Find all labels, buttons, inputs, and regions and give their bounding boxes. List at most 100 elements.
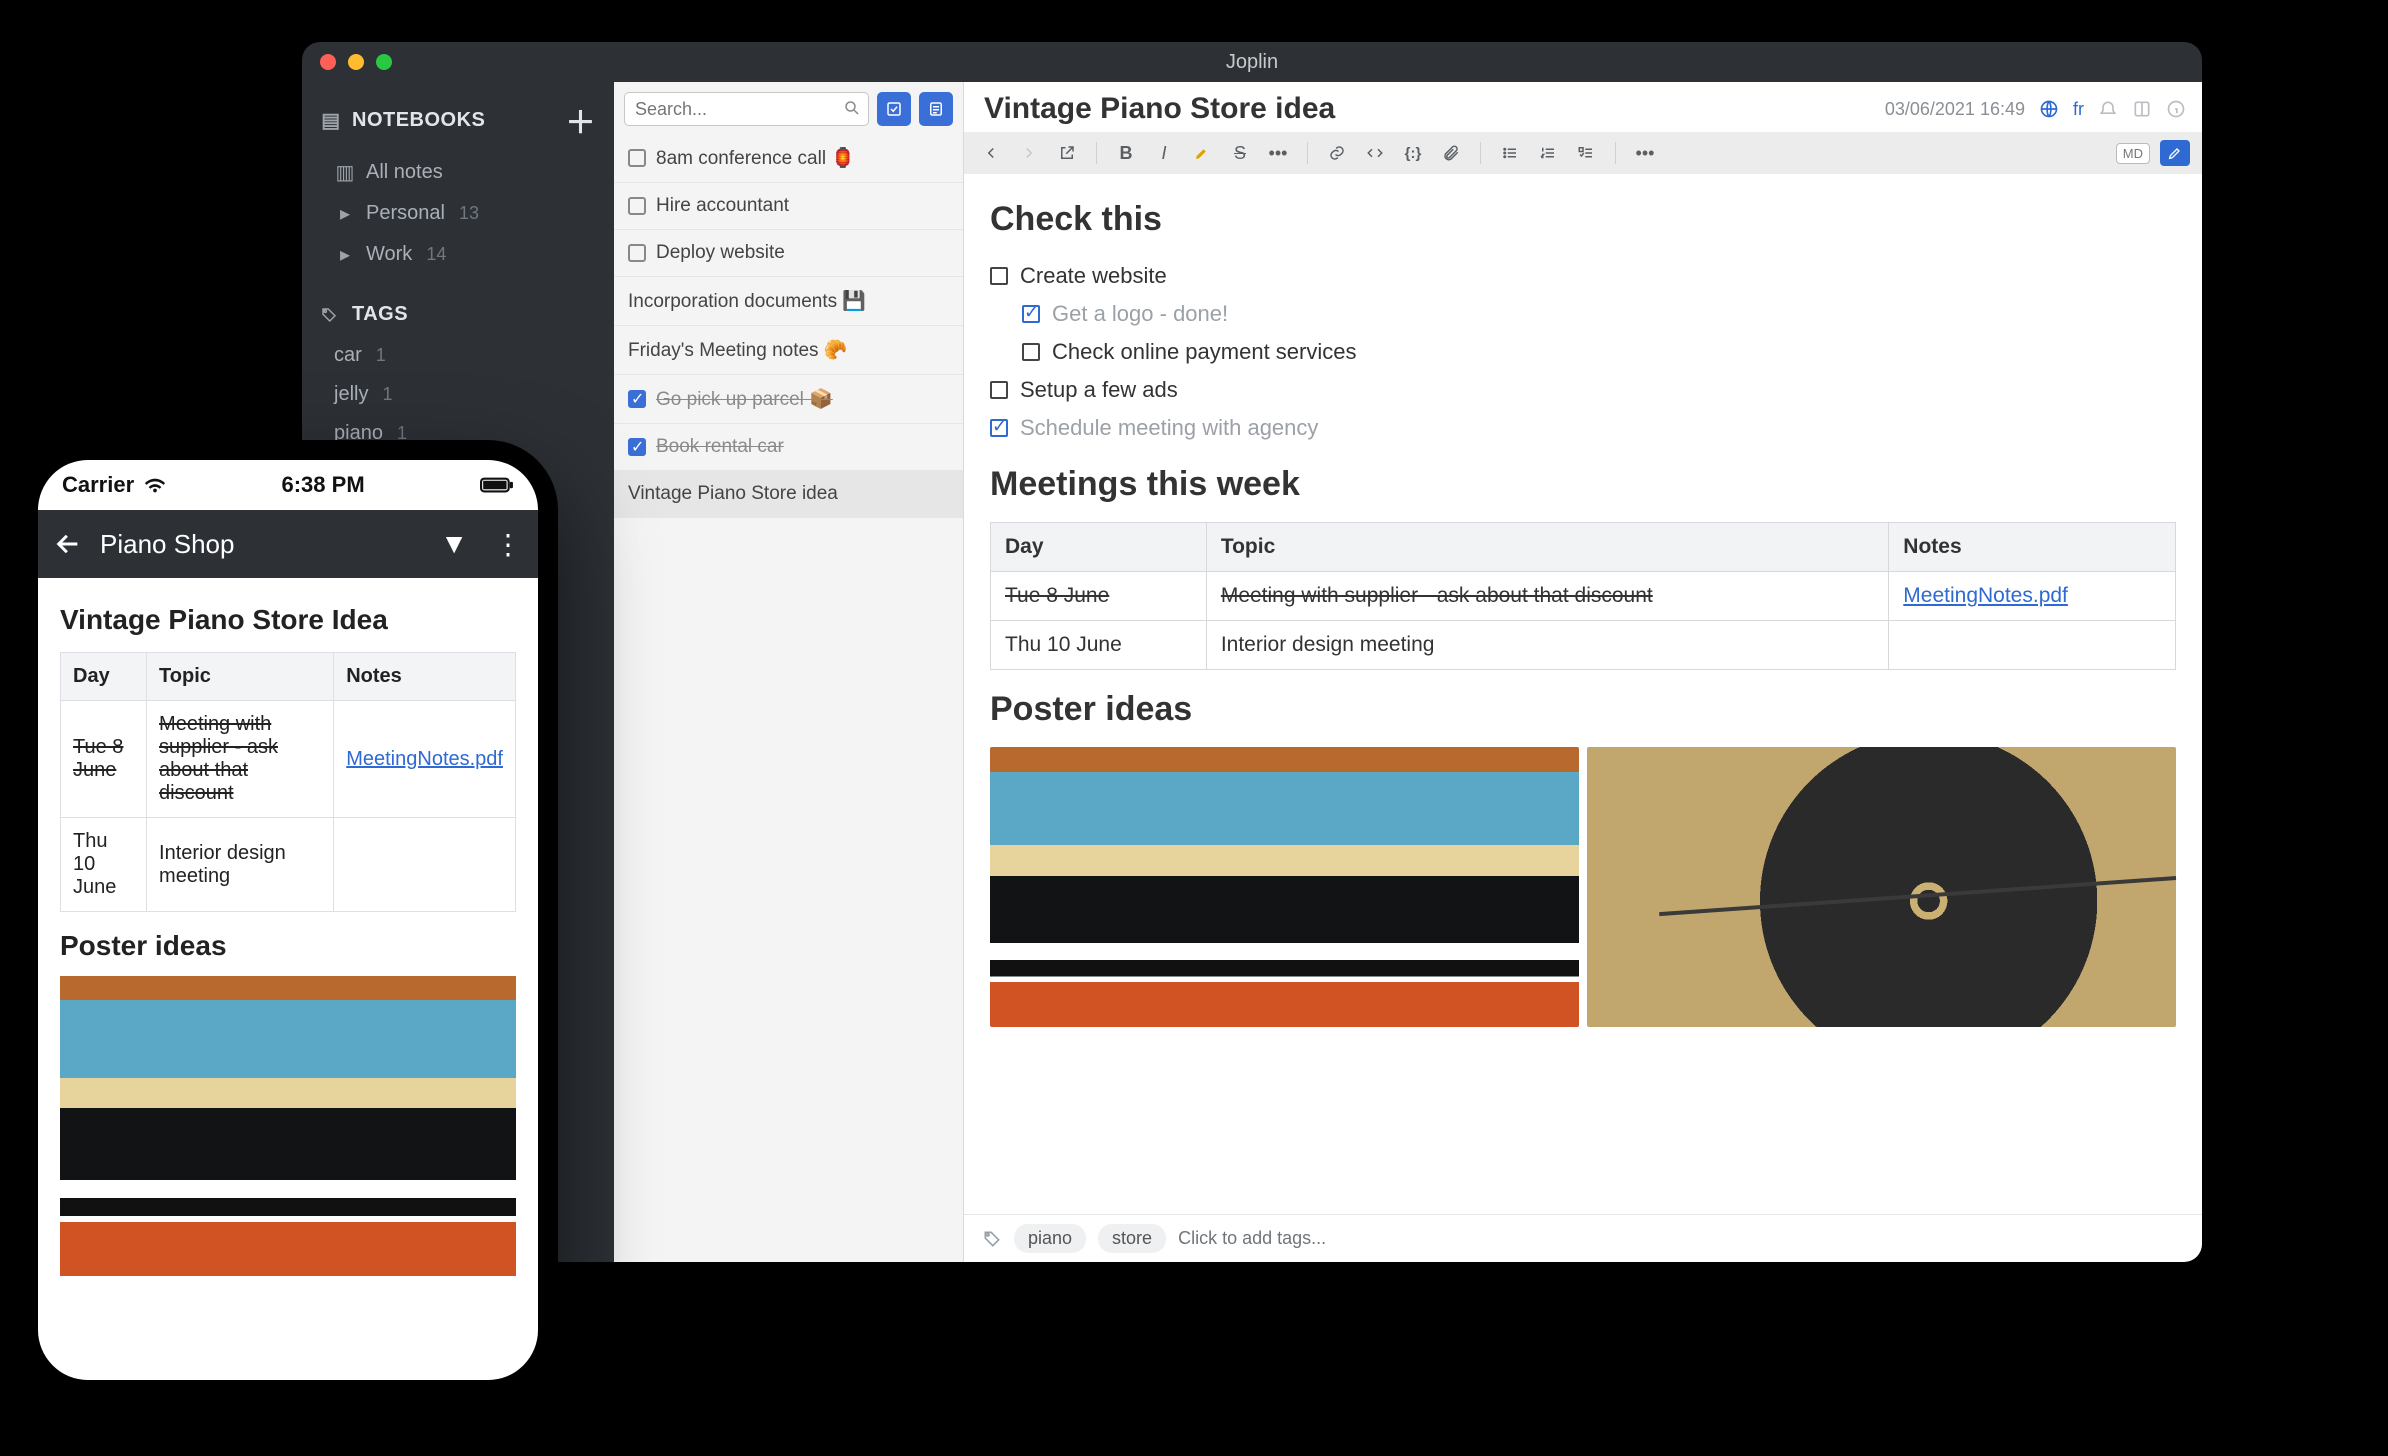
new-note-button[interactable] — [919, 92, 953, 126]
minimize-icon[interactable] — [348, 54, 364, 70]
list-item[interactable]: Go pick up parcel 📦 — [614, 375, 963, 424]
list-item-selected[interactable]: Vintage Piano Store idea — [614, 471, 963, 518]
table-row[interactable]: Tue 8 June Meeting with supplier - ask a… — [61, 701, 516, 818]
checkbox-icon[interactable] — [1022, 305, 1040, 323]
edit-mode-button[interactable] — [2160, 140, 2190, 166]
sidebar-item-personal[interactable]: ▸ Personal 13 — [302, 193, 614, 234]
col-topic: Topic — [1206, 523, 1888, 572]
globe-icon[interactable] — [2039, 99, 2059, 119]
list-item[interactable]: Book rental car — [614, 424, 963, 471]
attachment-link[interactable]: MeetingNotes.pdf — [346, 748, 503, 770]
note-title[interactable]: Vintage Piano Store idea — [984, 92, 1335, 126]
tag-count: 1 — [376, 345, 386, 366]
sidebar-tags-header[interactable]: TAGS — [302, 293, 614, 336]
checkbox-icon[interactable] — [628, 390, 646, 408]
maximize-icon[interactable] — [376, 54, 392, 70]
back-icon[interactable] — [54, 530, 82, 558]
chevron-down-icon[interactable]: ▼ — [440, 528, 468, 560]
markdown-badge[interactable]: MD — [2116, 143, 2150, 164]
strike-icon[interactable]: S — [1227, 140, 1253, 166]
attach-icon[interactable] — [1438, 140, 1464, 166]
phone-poster-image[interactable] — [60, 976, 516, 1276]
search-input[interactable] — [624, 92, 869, 126]
checklist-icon[interactable] — [1573, 140, 1599, 166]
notebook-count: 13 — [459, 203, 479, 224]
all-notes-label: All notes — [366, 161, 443, 184]
more-icon[interactable]: ••• — [1632, 140, 1658, 166]
checkbox-icon[interactable] — [990, 267, 1008, 285]
new-todo-button[interactable] — [877, 92, 911, 126]
kebab-menu-icon[interactable]: ⋮ — [494, 528, 522, 561]
note-list-top — [614, 82, 963, 134]
list-item[interactable]: Incorporation documents 💾 — [614, 277, 963, 326]
table-row[interactable]: Thu 10 June Interior design meeting — [61, 818, 516, 912]
bold-icon[interactable]: B — [1113, 140, 1139, 166]
checklist-item[interactable]: Create website — [990, 257, 2176, 295]
checkbox-icon[interactable] — [1022, 343, 1040, 361]
checklist-item[interactable]: Check online payment services — [990, 333, 2176, 371]
list-item-label: Deploy website — [656, 242, 785, 264]
window-title: Joplin — [1226, 51, 1278, 74]
checkbox-icon[interactable] — [628, 244, 646, 262]
list-item-label: Go pick up parcel 📦 — [656, 387, 833, 411]
phone-frame: Carrier 6:38 PM Piano Shop ▼ ⋮ Vintage P… — [18, 440, 558, 1400]
section-heading-check: Check this — [990, 200, 2176, 239]
checkbox-icon[interactable] — [990, 381, 1008, 399]
editor-body[interactable]: Check this Create website Get a logo - d… — [964, 174, 2202, 1214]
tag-icon[interactable] — [982, 1229, 1002, 1249]
table-row[interactable]: Tue 8 June Meeting with supplier - ask a… — [991, 572, 2176, 621]
forward-icon[interactable] — [1016, 140, 1042, 166]
traffic-lights — [320, 54, 392, 70]
list-item[interactable]: Friday's Meeting notes 🥐 — [614, 326, 963, 375]
titlebar: Joplin — [302, 42, 2202, 82]
sidebar-item-work[interactable]: ▸ Work 14 — [302, 234, 614, 275]
ul-icon[interactable] — [1497, 140, 1523, 166]
more-format-icon[interactable]: ••• — [1265, 140, 1291, 166]
add-tags-placeholder[interactable]: Click to add tags... — [1178, 1228, 1326, 1249]
add-notebook-button[interactable]: ＋ — [566, 98, 597, 142]
code-icon[interactable] — [1362, 140, 1388, 166]
notebook-label: Work — [366, 243, 412, 266]
highlight-icon[interactable] — [1189, 140, 1215, 166]
back-icon[interactable] — [978, 140, 1004, 166]
checklist-item[interactable]: Get a logo - done! — [990, 295, 2176, 333]
list-item-label: Friday's Meeting notes 🥐 — [628, 338, 848, 362]
cell-topic: Meeting with supplier - ask about that d… — [147, 701, 334, 818]
table-row[interactable]: Thu 10 June Interior design meeting — [991, 621, 2176, 670]
checklist-item[interactable]: Setup a few ads — [990, 371, 2176, 409]
checkbox-icon[interactable] — [628, 197, 646, 215]
poster-image-record[interactable] — [1587, 747, 2176, 1027]
checklist-item[interactable]: Schedule meeting with agency — [990, 409, 2176, 447]
external-icon[interactable] — [1054, 140, 1080, 166]
search-icon[interactable] — [843, 99, 861, 117]
checkbox-icon[interactable] — [628, 149, 646, 167]
tag-icon — [320, 306, 342, 324]
tag-chip[interactable]: piano — [1014, 1224, 1086, 1253]
list-item[interactable]: Deploy website — [614, 230, 963, 277]
phone-content[interactable]: Vintage Piano Store Idea Day Topic Notes… — [38, 578, 538, 1380]
alarm-icon[interactable] — [2098, 99, 2118, 119]
checkbox-icon[interactable] — [628, 438, 646, 456]
tag-chip[interactable]: store — [1098, 1224, 1166, 1253]
chevron-right-icon: ▸ — [334, 201, 356, 226]
checkbox-icon[interactable] — [990, 419, 1008, 437]
info-icon[interactable] — [2166, 99, 2186, 119]
link-icon[interactable] — [1324, 140, 1350, 166]
tag-label: car — [334, 344, 362, 367]
close-icon[interactable] — [320, 54, 336, 70]
list-item[interactable]: 8am conference call 🏮 — [614, 134, 963, 183]
tag-count: 1 — [382, 384, 392, 405]
col-day: Day — [991, 523, 1207, 572]
attachment-link[interactable]: MeetingNotes.pdf — [1903, 584, 2068, 607]
language-indicator[interactable]: fr — [2073, 99, 2084, 120]
italic-icon[interactable]: I — [1151, 140, 1177, 166]
ol-icon[interactable] — [1535, 140, 1561, 166]
brackets-icon[interactable]: {:} — [1400, 140, 1426, 166]
sidebar-notebooks-header[interactable]: ▤ NOTEBOOKS ＋ — [302, 88, 614, 152]
layout-icon[interactable] — [2132, 99, 2152, 119]
sidebar-tag-car[interactable]: car 1 — [302, 336, 614, 375]
sidebar-tag-jelly[interactable]: jelly1 — [302, 375, 614, 414]
poster-image-piano[interactable] — [990, 747, 1579, 1027]
all-notes-row[interactable]: ▥ All notes — [302, 152, 614, 193]
list-item[interactable]: Hire accountant — [614, 183, 963, 230]
